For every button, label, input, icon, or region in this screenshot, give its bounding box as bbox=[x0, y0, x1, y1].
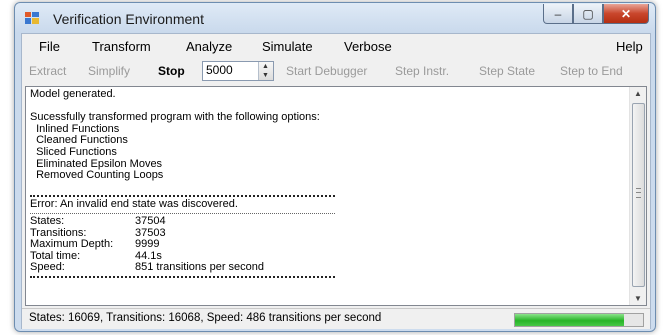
window-title: Verification Environment bbox=[53, 11, 204, 27]
steps-stepper[interactable]: 5000 ▲ ▼ bbox=[202, 61, 274, 81]
stepper-arrows[interactable]: ▲ ▼ bbox=[258, 62, 273, 80]
log-option: Removed Counting Loops bbox=[30, 169, 164, 182]
app-icon bbox=[25, 12, 39, 24]
scroll-up-icon[interactable]: ▲ bbox=[634, 89, 642, 98]
grip-icon bbox=[636, 188, 641, 198]
stop-button[interactable]: Stop bbox=[158, 64, 185, 78]
stat-row: Maximum Depth: 9999 bbox=[30, 238, 160, 251]
maximize-button[interactable]: ▢ bbox=[573, 4, 603, 24]
output-log[interactable]: Model generated. Sucessfully transformed… bbox=[25, 86, 647, 306]
progress-fill bbox=[515, 314, 624, 326]
menu-file[interactable]: File bbox=[39, 39, 60, 54]
stat-row: States: 37504 bbox=[30, 214, 166, 227]
log-option: Sliced Functions bbox=[30, 145, 117, 158]
menu-verbose[interactable]: Verbose bbox=[344, 39, 392, 54]
maximize-icon: ▢ bbox=[582, 6, 594, 21]
stat-row: Speed: 851 transitions per second bbox=[30, 261, 265, 274]
scroll-down-icon[interactable]: ▼ bbox=[634, 294, 642, 303]
menu-bar: File Transform Analyze Simulate Verbose … bbox=[22, 34, 650, 58]
separator bbox=[30, 212, 335, 214]
chevron-down-icon[interactable]: ▼ bbox=[262, 72, 269, 79]
toolbar: Extract Simplify Stop 5000 ▲ ▼ Start Deb… bbox=[22, 58, 650, 84]
menu-help[interactable]: Help bbox=[616, 39, 643, 54]
title-bar[interactable]: Verification Environment ‒ ▢ ✕ bbox=[15, 3, 655, 33]
progress-bar bbox=[514, 313, 644, 327]
menu-simulate[interactable]: Simulate bbox=[262, 39, 313, 54]
log-error: Error: An invalid end state was discover… bbox=[30, 198, 238, 211]
minimize-button[interactable]: ‒ bbox=[543, 4, 573, 24]
vertical-scrollbar[interactable]: ▲ ▼ bbox=[629, 87, 646, 305]
chevron-up-icon[interactable]: ▲ bbox=[262, 63, 269, 70]
client-area: File Transform Analyze Simulate Verbose … bbox=[21, 33, 651, 329]
step-state-button[interactable]: Step State bbox=[479, 64, 535, 78]
app-window: Verification Environment ‒ ▢ ✕ File Tran… bbox=[14, 2, 656, 332]
status-bar: States: 16069, Transitions: 16068, Speed… bbox=[22, 308, 650, 329]
scroll-thumb[interactable] bbox=[632, 103, 645, 287]
separator bbox=[30, 275, 335, 278]
separator bbox=[30, 195, 335, 198]
step-to-end-button[interactable]: Step to End bbox=[560, 64, 623, 78]
menu-transform[interactable]: Transform bbox=[92, 39, 151, 54]
log-line: Model generated. bbox=[30, 88, 116, 100]
menu-analyze[interactable]: Analyze bbox=[186, 39, 232, 54]
status-text: States: 16069, Transitions: 16068, Speed… bbox=[29, 312, 382, 324]
step-instr-button[interactable]: Step Instr. bbox=[395, 64, 449, 78]
close-button[interactable]: ✕ bbox=[603, 4, 649, 24]
simplify-button[interactable]: Simplify bbox=[88, 64, 130, 78]
extract-button[interactable]: Extract bbox=[29, 64, 66, 78]
minimize-icon: ‒ bbox=[554, 6, 562, 21]
steps-value[interactable]: 5000 bbox=[206, 63, 233, 77]
start-debugger-button[interactable]: Start Debugger bbox=[286, 64, 367, 78]
close-icon: ✕ bbox=[620, 6, 632, 21]
